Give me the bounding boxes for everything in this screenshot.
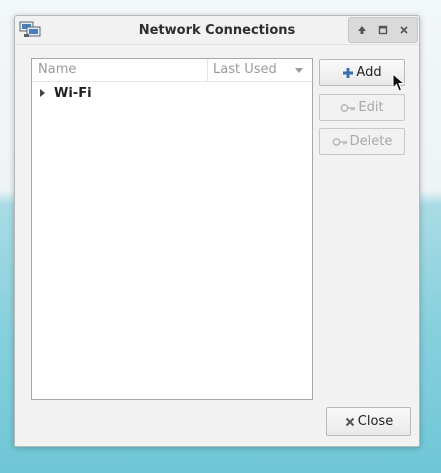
key-icon (332, 137, 348, 147)
title-bar[interactable]: Network Connections (15, 16, 419, 45)
window-title: Network Connections (138, 23, 296, 38)
plus-icon (342, 67, 354, 79)
delete-button[interactable]: Delete (319, 128, 405, 155)
expander-icon[interactable] (40, 89, 45, 97)
edit-button-label: Edit (358, 100, 384, 115)
network-connections-window: Network Connections Name Last Used Wi-Fi (14, 15, 420, 447)
connections-list[interactable]: Name Last Used Wi-Fi (31, 58, 313, 400)
maximize-icon[interactable] (376, 23, 390, 37)
add-button-label: Add (356, 65, 382, 80)
close-button-label: Close (357, 414, 394, 429)
delete-button-label: Delete (349, 134, 393, 149)
list-header: Name Last Used (32, 59, 312, 82)
network-icon (19, 21, 41, 39)
edit-button[interactable]: Edit (319, 94, 405, 121)
close-icon (344, 416, 356, 428)
sort-descending-icon (295, 68, 303, 73)
key-icon (340, 103, 356, 113)
list-group-wifi[interactable]: Wi-Fi (32, 82, 312, 104)
close-window-icon[interactable] (397, 23, 411, 37)
window-up-icon[interactable] (355, 23, 369, 37)
column-header-last-used[interactable]: Last Used (208, 59, 312, 81)
close-button[interactable]: Close (326, 407, 411, 436)
mouse-pointer-icon (392, 73, 405, 92)
column-header-name[interactable]: Name (32, 59, 208, 81)
window-controls (348, 17, 418, 43)
list-group-label: Wi-Fi (54, 85, 92, 101)
column-header-last-used-label: Last Used (213, 62, 277, 77)
